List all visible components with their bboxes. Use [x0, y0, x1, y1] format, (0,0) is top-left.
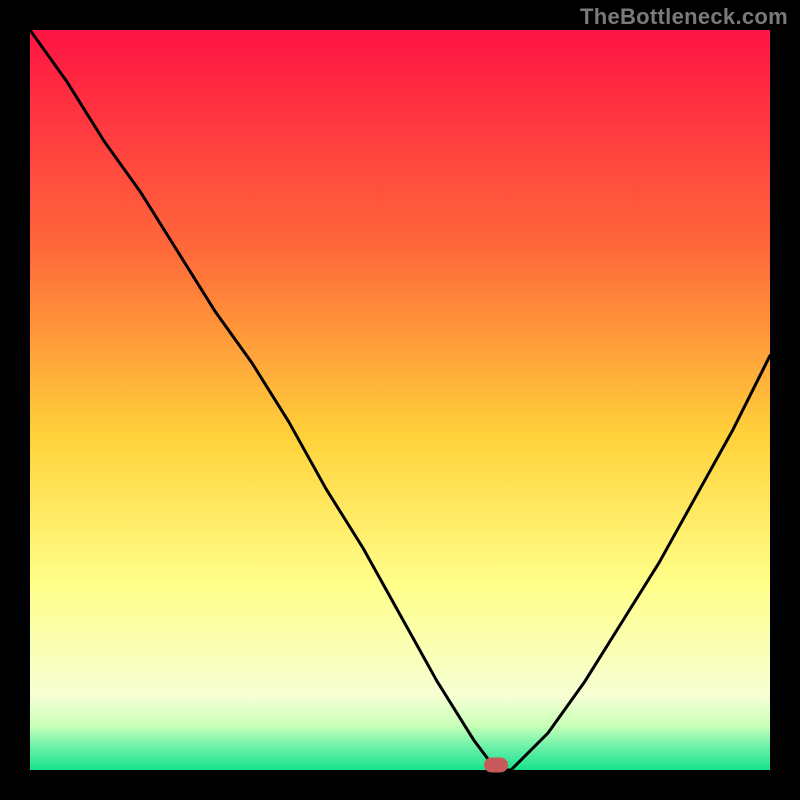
optimal-marker [484, 758, 508, 773]
bottleneck-curve [30, 30, 770, 770]
chart-frame: TheBottleneck.com [0, 0, 800, 800]
watermark-text: TheBottleneck.com [580, 4, 788, 30]
plot-area [30, 30, 770, 770]
